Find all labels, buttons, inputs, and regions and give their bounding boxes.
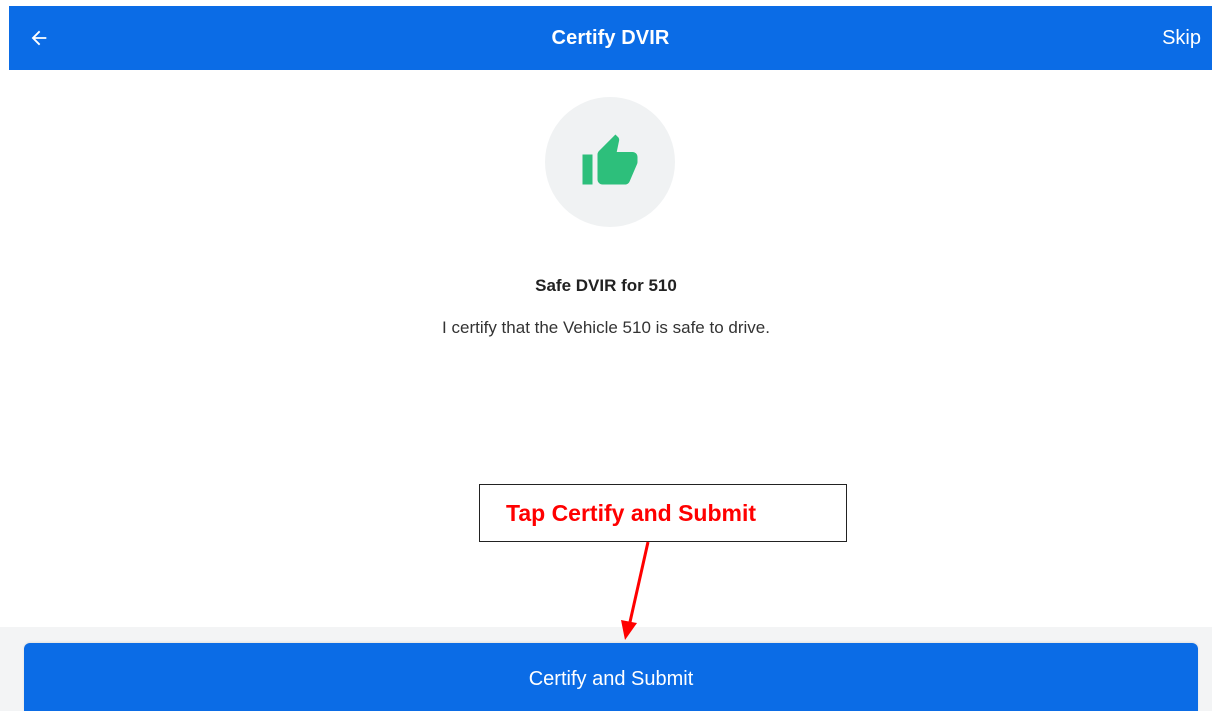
status-heading: Safe DVIR for 510	[535, 276, 677, 295]
app-bar: Certify DVIR Skip	[9, 6, 1212, 70]
certify-and-submit-button[interactable]: Certify and Submit	[24, 643, 1198, 711]
status-icon-circle	[545, 97, 675, 227]
skip-button[interactable]: Skip	[1162, 6, 1201, 70]
annotation-callout: Tap Certify and Submit	[479, 484, 847, 542]
annotation-arrow-line	[628, 541, 650, 623]
thumbs-up-icon	[582, 134, 638, 185]
certification-message: I certify that the Vehicle 510 is safe t…	[442, 318, 770, 337]
page-title: Certify DVIR	[551, 27, 670, 49]
certify-dvir-screen: Certify DVIR Skip Safe DVIR for 510 I ce…	[0, 0, 1212, 711]
annotation-text: Tap Certify and Submit	[506, 500, 757, 526]
